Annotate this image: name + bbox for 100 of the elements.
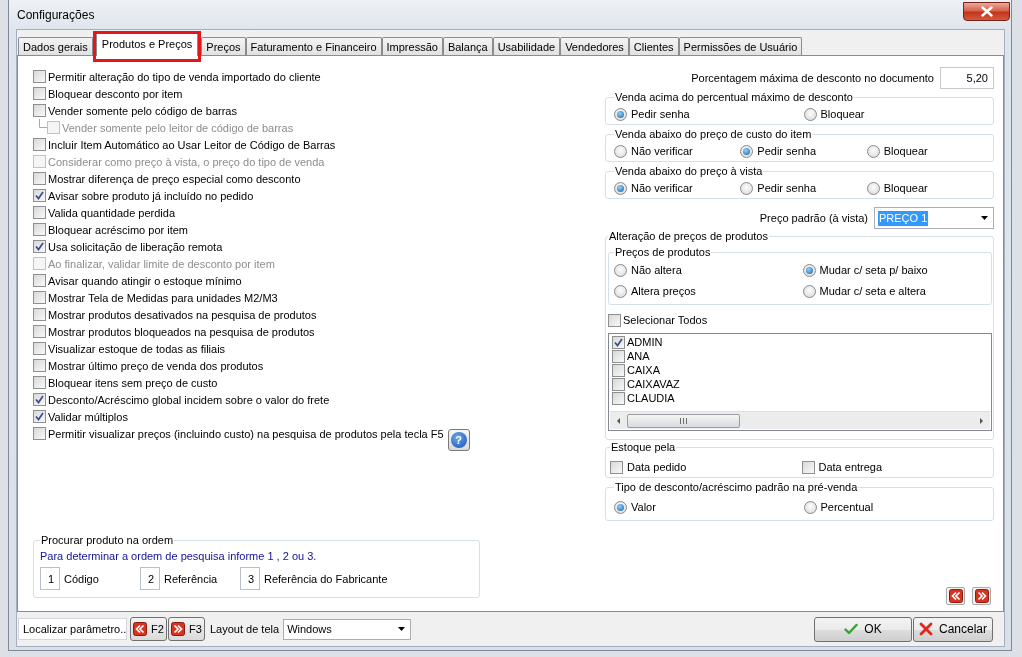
radio-button[interactable] <box>802 284 816 298</box>
radio-button[interactable] <box>614 181 627 195</box>
horizontal-scrollbar[interactable] <box>610 411 990 429</box>
ok-button[interactable]: OK <box>814 616 912 642</box>
checkbox[interactable] <box>33 359 46 372</box>
checkbox[interactable] <box>33 87 46 100</box>
checkmark-icon <box>844 623 859 635</box>
radio-label: Mudar c/ seta p/ baixo <box>819 264 928 276</box>
checkbox-label: Mostrar diferença de preço especial como desconto <box>48 172 301 185</box>
checkbox-label: Data entrega <box>818 461 883 473</box>
radio-label: Altera preços <box>631 285 696 297</box>
radio-button[interactable] <box>866 181 880 195</box>
radio-button[interactable] <box>614 500 627 514</box>
tab[interactable]: Faturamento e Financeiro <box>245 37 382 55</box>
radio-button[interactable] <box>614 263 627 277</box>
radio-label: Percentual <box>820 501 874 513</box>
order-input[interactable]: 2 <box>140 567 160 590</box>
radio-button[interactable] <box>740 181 754 195</box>
checkbox[interactable] <box>33 325 46 338</box>
checkbox[interactable] <box>33 70 46 83</box>
checkbox[interactable] <box>33 342 46 355</box>
checkbox[interactable] <box>608 313 621 327</box>
radio-button[interactable] <box>614 284 627 298</box>
checkbox[interactable] <box>33 240 46 253</box>
checkbox[interactable] <box>612 349 625 363</box>
checkbox-label: Validar múltiplos <box>48 410 128 423</box>
checkbox[interactable] <box>612 391 625 405</box>
checkbox[interactable] <box>33 393 46 406</box>
radio-button[interactable] <box>866 144 880 158</box>
discount-input[interactable]: 5,20 <box>940 67 994 89</box>
tab[interactable]: Balança <box>442 37 493 55</box>
field-label: Porcentagem máxima de desconto no documento <box>691 72 934 84</box>
checkbox[interactable] <box>33 308 46 321</box>
checkbox[interactable] <box>33 274 46 287</box>
checkbox[interactable] <box>610 460 623 474</box>
previous-button[interactable]: F2 <box>130 617 167 641</box>
group-title: Alteração de preços de produtos <box>608 230 769 243</box>
hint-text: Para determinar a ordem de pesquisa informe 1 , 2 ou 3. <box>40 549 318 563</box>
list-item[interactable]: CLAUDIA <box>627 392 675 404</box>
checkbox[interactable] <box>33 427 46 440</box>
order-input[interactable]: 3 <box>240 567 260 590</box>
next-button[interactable] <box>972 587 991 605</box>
cancel-button[interactable]: Cancelar <box>913 616 993 642</box>
checkbox[interactable] <box>801 460 815 474</box>
tab[interactable]: Preços <box>201 37 246 55</box>
checkbox[interactable] <box>33 410 46 423</box>
checkbox[interactable] <box>612 363 625 377</box>
radio-label: Bloquear <box>883 145 928 157</box>
group-title: Estoque pela <box>610 441 677 454</box>
checkbox-label: Ao finalizar, validar limite de desconto por item <box>48 257 275 270</box>
list-item[interactable]: ANA <box>627 350 650 362</box>
previous-button[interactable] <box>946 587 965 605</box>
radio-label: Mudar c/ seta e altera <box>819 285 926 297</box>
checkbox-label: Permitir visualizar preços (incluindo custo) na pesquisa de produtos pela tecla F5 <box>48 427 444 440</box>
checkbox-label: Mostrar produtos bloqueados na pesquisa de produtos <box>48 325 315 338</box>
double-chevron-left-icon <box>133 622 148 636</box>
x-mark-icon <box>919 622 933 636</box>
tab[interactable]: Impressão <box>381 37 443 55</box>
tab[interactable]: Clientes <box>628 37 679 55</box>
checkbox-label: Vender somente pelo código de barras <box>48 104 237 117</box>
radio-button[interactable] <box>802 263 816 277</box>
checkbox[interactable] <box>33 189 46 202</box>
radio-button[interactable] <box>614 144 627 158</box>
next-button[interactable]: F3 <box>168 617 205 641</box>
checkbox-label: Avisar sobre produto já incluído no pedido <box>48 189 254 202</box>
checkbox[interactable] <box>33 206 46 219</box>
checkbox[interactable] <box>612 335 625 349</box>
checkbox[interactable] <box>33 291 46 304</box>
checkbox[interactable] <box>33 376 46 389</box>
list-item[interactable]: ADMIN <box>627 336 663 348</box>
layout-dropdown[interactable]: Windows <box>283 618 412 640</box>
radio-label: Valor <box>631 501 656 513</box>
group-title: Tipo de desconto/acréscimo padrão na pré-venda <box>614 481 859 494</box>
checkbox[interactable] <box>33 223 46 236</box>
tab[interactable]: Dados gerais <box>18 37 93 55</box>
checkbox-label: Permitir alteração do tipo de venda importado do cliente <box>48 70 321 83</box>
checkbox-label: Incluir Item Automático ao Usar Leitor de Código de Barras <box>48 138 336 151</box>
list-item[interactable]: CAIXAVAZ <box>627 378 680 390</box>
radio-button[interactable] <box>803 500 817 514</box>
close-button[interactable] <box>963 2 1010 21</box>
radio-button[interactable] <box>740 144 754 158</box>
tab[interactable]: Usabilidade <box>492 37 561 55</box>
checkbox[interactable] <box>612 377 625 391</box>
checkbox[interactable] <box>33 172 46 185</box>
group-title: Preços de produtos <box>614 246 712 259</box>
checkbox-label: Visualizar estoque de todas as filiais <box>48 342 226 355</box>
radio-button[interactable] <box>803 107 817 121</box>
order-input[interactable]: 1 <box>40 567 60 590</box>
tab[interactable]: Permissões de Usuário <box>678 37 803 55</box>
checkbox[interactable] <box>33 138 46 151</box>
checkbox-label: Usa solicitação de liberação remota <box>48 240 223 253</box>
list-item[interactable]: CAIXA <box>627 364 660 376</box>
checkbox[interactable] <box>33 104 46 117</box>
double-chevron-right-icon <box>974 589 989 603</box>
tab[interactable]: Vendedores <box>560 37 629 55</box>
checkbox-label: Avisar quando atingir o estoque mínimo <box>48 274 242 287</box>
radio-button[interactable] <box>614 107 627 121</box>
search-parameter-button[interactable]: Localizar parâmetro.. <box>18 618 127 640</box>
radio-label: Bloquear <box>820 108 865 120</box>
field-label: Referência <box>164 572 218 585</box>
